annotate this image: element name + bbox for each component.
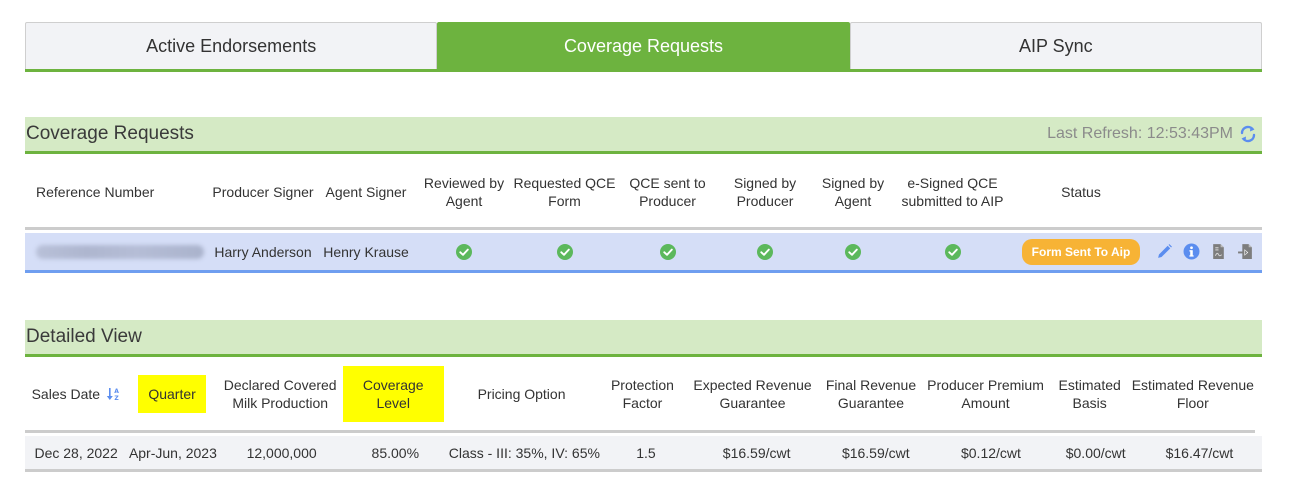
col-coverage-level-label: Coverage Level: [342, 366, 444, 422]
detailed-view-header: Detailed View: [25, 320, 1262, 357]
detailed-view-table-header: Sales Date A Z Quarter Declared Covered …: [25, 358, 1255, 433]
section-title: Coverage Requests: [26, 123, 194, 144]
col-declared-covered-milk-production: Declared Covered Milk Production: [223, 377, 337, 411]
svg-text:A: A: [114, 388, 119, 395]
declared-production-cell: 12,000,000: [246, 444, 317, 461]
requested-qce-form-cell: [513, 243, 616, 260]
last-refresh-label: Last Refresh: 12:53:43PM: [1047, 125, 1233, 142]
tab-aip-sync[interactable]: AIP Sync: [849, 22, 1262, 69]
quarter-cell: Apr-Jun, 2023: [128, 444, 217, 461]
check-circle-icon: [556, 243, 573, 260]
col-status: Status: [1061, 184, 1101, 200]
export-document-icon[interactable]: [1237, 243, 1254, 260]
check-circle-icon: [944, 243, 961, 260]
col-reference-number: Reference Number: [36, 184, 155, 200]
coverage-requests-header: Coverage Requests Last Refresh: 12:53:43…: [25, 117, 1262, 154]
coverage-level-cell: 85.00%: [371, 444, 420, 461]
col-reviewed-by-agent: Reviewed by Agent: [423, 175, 505, 209]
col-estimated-basis: Estimated Basis: [1058, 377, 1121, 411]
agent-signer-cell: Henry Krause: [323, 243, 409, 260]
svg-text:Z: Z: [114, 395, 119, 401]
coverage-requests-table-header: Reference Number Producer Signer Agent S…: [25, 157, 1262, 230]
col-signed-by-agent: Signed by Agent: [821, 175, 885, 209]
estimated-basis-cell: $0.00/cwt: [1065, 444, 1126, 461]
sort-az-icon[interactable]: A Z: [106, 387, 120, 401]
col-sales-date-label: Sales Date: [31, 386, 101, 402]
col-producer-premium-amount: Producer Premium Amount: [927, 377, 1044, 411]
col-sales-date[interactable]: Sales Date A Z: [25, 385, 127, 403]
reference-number-cell: [25, 244, 209, 259]
col-expected-revenue-guarantee: Expected Revenue Guarantee: [693, 377, 812, 411]
check-circle-icon: [456, 243, 472, 260]
check-circle-icon: [845, 243, 861, 260]
signed-by-producer-cell: [719, 243, 811, 260]
status-cell: Form Sent To Aip: [1010, 238, 1152, 265]
qce-sent-to-producer-cell: [616, 243, 719, 260]
last-refresh: Last Refresh: 12:53:43PM: [1047, 124, 1262, 144]
info-icon[interactable]: [1183, 243, 1200, 260]
col-signed-by-producer: Signed by Producer: [733, 175, 797, 209]
page: Active Endorsements Coverage Requests AI…: [0, 0, 1295, 502]
col-quarter-label: Quarter: [138, 375, 206, 413]
col-final-revenue-guarantee: Final Revenue Guarantee: [825, 377, 917, 411]
status-badge: Form Sent To Aip: [1021, 238, 1141, 265]
sales-date-cell: Dec 28, 2022: [34, 444, 118, 461]
edit-icon[interactable]: [1156, 243, 1173, 260]
col-producer-signer: Producer Signer: [212, 184, 314, 200]
final-revenue-guarantee-cell: $16.59/cwt: [841, 444, 910, 461]
col-estimated-revenue-floor: Estimated Revenue Floor: [1131, 377, 1254, 411]
tab-active-endorsements[interactable]: Active Endorsements: [25, 22, 438, 69]
producer-premium-amount-cell: $0.12/cwt: [960, 444, 1021, 461]
refresh-icon[interactable]: [1238, 124, 1258, 144]
col-pricing-option: Pricing Option: [477, 386, 566, 402]
col-agent-signer: Agent Signer: [325, 184, 407, 200]
protection-factor-cell: 1.5: [636, 444, 656, 461]
col-requested-qce-form: Requested QCE Form: [513, 175, 616, 209]
pdf-document-icon[interactable]: [1210, 243, 1227, 260]
col-qce-sent-to-producer: QCE sent to Producer: [629, 175, 706, 209]
table-row[interactable]: Harry Anderson Henry Krause Form Sent To…: [25, 233, 1262, 273]
row-actions: [1152, 243, 1262, 260]
check-circle-icon: [757, 243, 773, 260]
table-row: Dec 28, 2022 Apr-Jun, 2023 12,000,000 85…: [25, 436, 1262, 472]
redacted-reference-number: [36, 244, 204, 259]
col-quarter: Quarter: [127, 375, 218, 413]
col-coverage-level: Coverage Level: [342, 366, 444, 422]
signed-by-agent-cell: [811, 243, 895, 260]
expected-revenue-guarantee-cell: $16.59/cwt: [722, 444, 791, 461]
section-title: Detailed View: [26, 326, 142, 347]
esigned-qce-submitted-cell: [895, 243, 1010, 260]
estimated-revenue-floor-cell: $16.47/cwt: [1165, 444, 1234, 461]
producer-signer-cell: Harry Anderson: [214, 243, 312, 260]
pricing-option-cell: Class - III: 35%, IV: 65%: [448, 444, 600, 461]
tab-coverage-requests[interactable]: Coverage Requests: [437, 22, 850, 69]
col-esigned-qce-submitted: e-Signed QCE submitted to AIP: [901, 175, 1004, 209]
reviewed-by-agent-cell: [415, 243, 513, 260]
check-circle-icon: [659, 243, 676, 260]
tab-bar: Active Endorsements Coverage Requests AI…: [25, 22, 1262, 72]
col-protection-factor: Protection Factor: [610, 377, 674, 411]
